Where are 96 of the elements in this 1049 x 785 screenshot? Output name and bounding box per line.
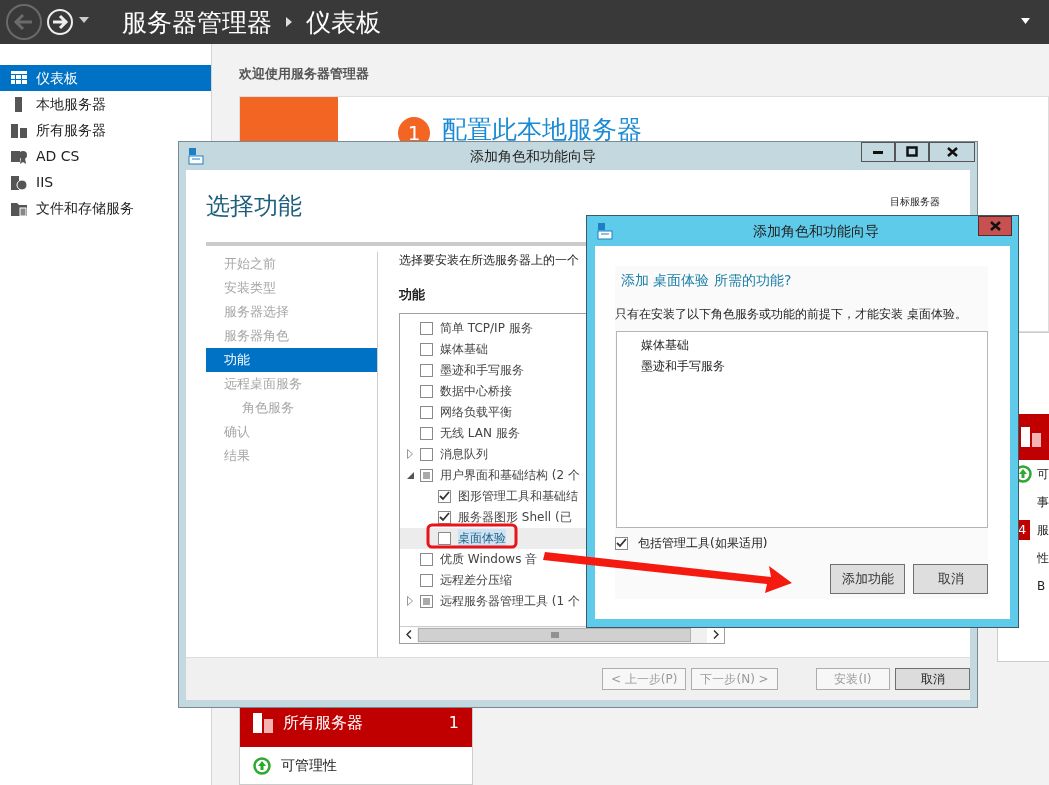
servers-icon xyxy=(1021,427,1041,447)
check-icon xyxy=(439,491,450,501)
minimize-icon xyxy=(873,150,883,154)
wizard-icon xyxy=(597,222,613,240)
dropdown-icon[interactable] xyxy=(1021,18,1030,24)
list-row[interactable]: 服务器图形 Shell (已 xyxy=(400,506,724,528)
feature-label: 简单 TCP/IP 服务 xyxy=(440,320,533,337)
list-row[interactable]: 网络负载平衡 xyxy=(400,401,724,423)
target-server-label: 目标服务器 xyxy=(890,195,940,209)
breadcrumb-separator-icon xyxy=(286,17,292,27)
sidebar-item[interactable]: AD CS xyxy=(0,143,211,169)
wizard-icon xyxy=(188,147,204,165)
list-row[interactable]: 图形管理工具和基础结 xyxy=(400,485,724,507)
sidebar-item[interactable]: IIS xyxy=(0,169,211,195)
list-row[interactable]: 数据中心桥接 xyxy=(400,380,724,402)
feature-label: 消息队列 xyxy=(440,446,488,463)
checkbox[interactable] xyxy=(420,447,433,461)
list-row[interactable]: 用户界面和基础结构 (2 个 xyxy=(400,464,724,486)
feature-label: 墨迹和手写服务 xyxy=(440,362,524,379)
close-icon xyxy=(946,147,958,157)
page-heading: 选择功能 xyxy=(206,194,302,222)
close-button[interactable] xyxy=(929,142,975,162)
sidebar-item[interactable]: 仪表板 xyxy=(0,65,211,91)
dialog-heading: 添加 桌面体验 所需的功能? xyxy=(621,271,793,290)
tile-row-label[interactable]: 可 xyxy=(1037,465,1049,483)
page-title: 仪表板 xyxy=(306,9,381,35)
feature-label: 网络负载平衡 xyxy=(440,404,512,421)
checkbox[interactable] xyxy=(420,426,433,440)
welcome-heading: 欢迎使用服务器管理器 xyxy=(239,65,370,83)
list-row[interactable]: 消息队列 xyxy=(400,443,724,465)
feature-label: 远程差分压缩 xyxy=(440,572,512,589)
required-feature: 媒体基础 xyxy=(641,337,690,354)
expand-icon[interactable] xyxy=(407,449,413,459)
scroll-left-icon[interactable] xyxy=(405,630,412,639)
sidebar-item[interactable]: 本地服务器 xyxy=(0,91,211,117)
wizard-step[interactable]: 功能 xyxy=(206,348,377,372)
grid-icon xyxy=(11,70,27,86)
dropdown-icon[interactable] xyxy=(79,17,89,23)
feature-label: 数据中心桥接 xyxy=(440,383,512,400)
checkbox[interactable] xyxy=(615,536,628,550)
status-ok-icon xyxy=(253,756,271,775)
sidebar-item[interactable]: 所有服务器 xyxy=(0,117,211,143)
minimize-button[interactable] xyxy=(861,142,895,162)
checkbox[interactable] xyxy=(438,510,451,524)
feature-label: 远程服务器管理工具 (1 个 xyxy=(440,593,580,610)
feature-label: 桌面体验 xyxy=(458,529,506,547)
tile-row-label[interactable]: B xyxy=(1037,577,1046,595)
servers-icon xyxy=(11,122,27,138)
checkbox[interactable] xyxy=(438,489,451,503)
tile-row-label[interactable]: 事 xyxy=(1037,493,1049,511)
checkbox[interactable] xyxy=(420,405,433,419)
checkbox[interactable] xyxy=(420,363,433,377)
maximize-button[interactable] xyxy=(895,142,929,162)
dialog-title: 添加角色和功能向导 xyxy=(751,221,880,241)
close-icon xyxy=(989,221,1001,231)
checkbox[interactable] xyxy=(420,552,433,566)
tile-title: 所有服务器 xyxy=(283,712,363,734)
feature-label: 图形管理工具和基础结 xyxy=(458,488,578,505)
feature-label: 媒体基础 xyxy=(440,341,488,358)
grip-icon xyxy=(550,631,559,638)
expand-icon[interactable] xyxy=(407,596,413,606)
features-heading: 功能 xyxy=(399,286,426,304)
check-icon xyxy=(439,512,450,522)
checkbox[interactable] xyxy=(420,573,433,587)
instruction-text: 选择要安装在所选服务器上的一个 xyxy=(399,252,580,269)
app-title: 服务器管理器 xyxy=(122,9,272,35)
certificate-icon xyxy=(11,148,27,164)
feature-label: 用户界面和基础结构 (2 个 xyxy=(440,467,580,484)
dialog-button[interactable]: 添加功能 xyxy=(830,564,905,594)
feature-label: 无线 LAN 服务 xyxy=(440,425,520,442)
maximize-icon xyxy=(906,146,918,158)
dialog-message: 只有在安装了以下角色服务或功能的前提下，才能安装 桌面体验。 xyxy=(615,306,968,323)
tile-row-label[interactable]: 服 xyxy=(1037,521,1049,539)
feature-label: 优质 Windows 音 xyxy=(440,551,538,568)
checkbox[interactable] xyxy=(420,321,433,335)
window-title: 添加角色和功能向导 xyxy=(468,146,597,166)
feature-label: 服务器图形 Shell (已 xyxy=(458,509,572,526)
list-row[interactable]: 远程服务器管理工具 (1 个 xyxy=(400,590,724,612)
forward-icon[interactable] xyxy=(46,8,74,36)
required-feature: 墨迹和手写服务 xyxy=(641,358,726,375)
checkbox[interactable] xyxy=(420,384,433,398)
folder-icon xyxy=(11,200,27,216)
dialog-button[interactable]: 取消 xyxy=(913,564,988,594)
tile-row-label[interactable]: 性 xyxy=(1037,549,1049,567)
horizontal-scrollbar[interactable] xyxy=(400,625,724,643)
globe-server-icon xyxy=(11,174,27,190)
list-row[interactable]: 无线 LAN 服务 xyxy=(400,422,724,444)
tile-count: 1 xyxy=(448,712,459,734)
checkbox[interactable] xyxy=(438,531,451,545)
tile-row-label[interactable]: 可管理性 xyxy=(281,755,337,776)
scroll-right-icon[interactable] xyxy=(712,630,719,639)
wizard-button[interactable]: 取消 xyxy=(895,668,970,690)
checkbox[interactable] xyxy=(420,342,433,356)
expanded-icon[interactable] xyxy=(406,471,414,479)
servers-icon xyxy=(253,713,273,733)
check-icon xyxy=(616,538,627,548)
